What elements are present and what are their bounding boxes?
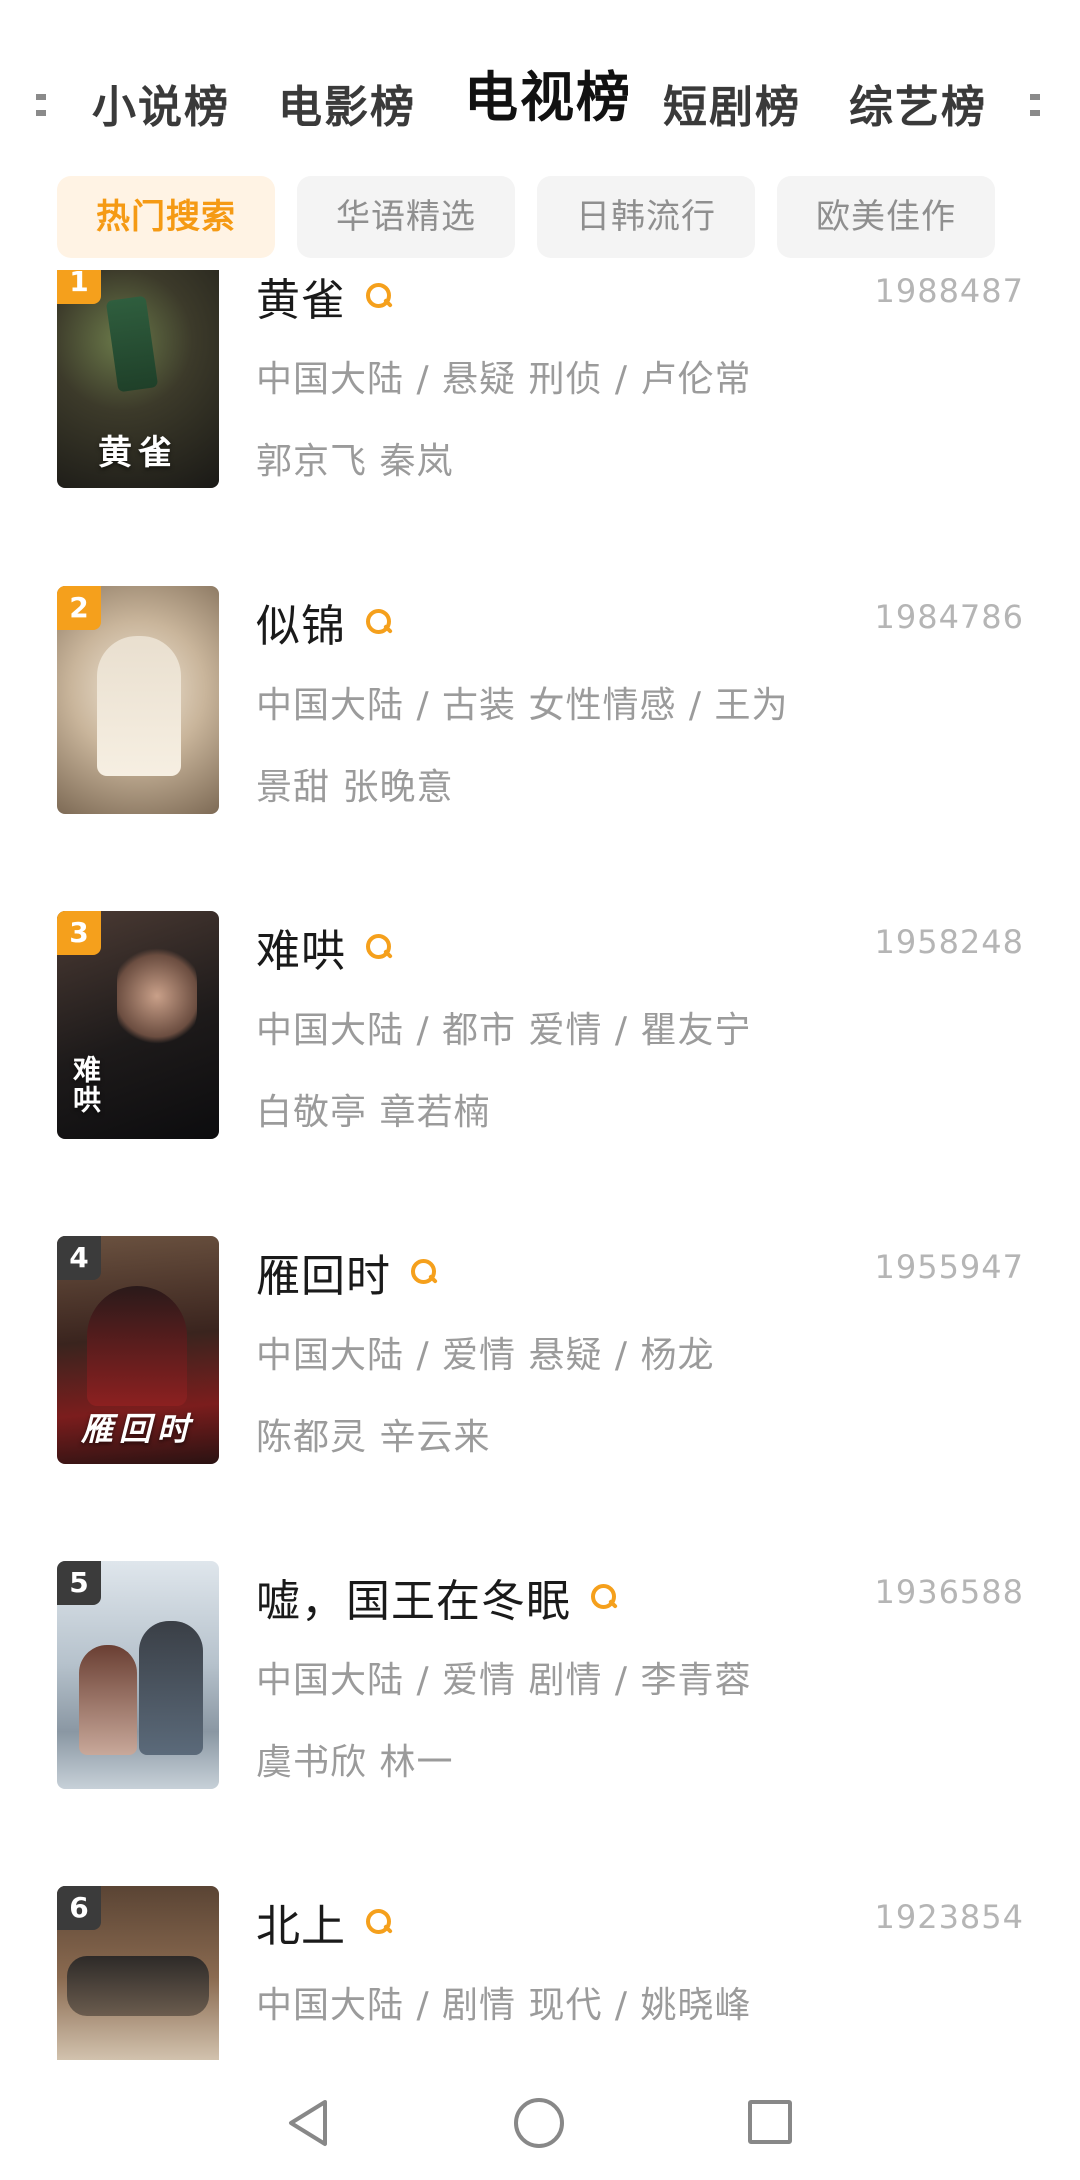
list-item[interactable]: 4 雁回时 雁回时 1955947 中国大陆 / 爱情 悬疑 / 杨龙 陈都灵 …	[0, 1236, 1080, 1466]
chip-chinese[interactable]: 华语精选	[297, 176, 515, 258]
hot-count: 1958248	[874, 923, 1024, 961]
tab-short-drama[interactable]: 短剧榜	[663, 78, 801, 138]
item-title[interactable]: 雁回时	[256, 1240, 391, 1304]
search-icon[interactable]	[364, 1907, 394, 1937]
title-row: 黄雀	[256, 270, 394, 326]
hot-count: 1923854	[874, 1898, 1024, 1936]
tab-fragment-left	[36, 84, 46, 130]
search-icon[interactable]	[364, 607, 394, 637]
item-cast: 白敬亭 章若楠	[256, 1092, 491, 1133]
title-row: 雁回时	[256, 1242, 439, 1302]
poster: 3 难哄	[57, 911, 219, 1139]
item-cast: 陈都灵 辛云来	[256, 1417, 491, 1458]
tab-tv[interactable]: 电视榜	[464, 68, 632, 128]
search-icon[interactable]	[589, 1582, 619, 1612]
rank-badge: 1	[57, 270, 101, 304]
item-cast: 景甜 张晚意	[256, 767, 454, 808]
app-screen: 小说榜 电影榜 电视榜 短剧榜 综艺榜 热门搜索 华语精选 日韩流行 欧美佳作 …	[0, 0, 1080, 2180]
rank-badge: 5	[57, 1561, 101, 1605]
rank-badge: 4	[57, 1236, 101, 1280]
item-title[interactable]: 黄雀	[256, 270, 346, 328]
item-meta: 中国大陆 / 古装 女性情感 / 王为	[256, 685, 789, 726]
subcategory-chips: 热门搜索 华语精选 日韩流行 欧美佳作	[0, 176, 1080, 260]
search-icon[interactable]	[364, 932, 394, 962]
item-meta: 中国大陆 / 都市 爱情 / 瞿友宁	[256, 1010, 752, 1051]
search-icon[interactable]	[364, 281, 394, 311]
poster-title: 难哄	[69, 1055, 102, 1115]
poster: 5	[57, 1561, 219, 1789]
back-triangle-icon[interactable]	[285, 2098, 331, 2148]
rank-badge: 6	[57, 1886, 101, 1930]
category-tabs: 小说榜 电影榜 电视榜 短剧榜 综艺榜	[0, 40, 1080, 170]
tab-movie[interactable]: 电影榜	[278, 78, 416, 138]
poster: 1 黄雀	[57, 270, 219, 488]
poster-title: 黄雀	[98, 433, 178, 473]
item-title[interactable]: 似锦	[256, 590, 346, 654]
list-item[interactable]: 5 嘘，国王在冬眠 1936588 中国大陆 / 爱情 剧情 / 李青蓉 虞书欣…	[0, 1561, 1080, 1791]
title-row: 似锦	[256, 592, 394, 652]
list-item[interactable]: 6 北上 1923854 中国大陆 / 剧情 现代 / 姚晓峰	[0, 1886, 1080, 2060]
title-row: 难哄	[256, 917, 394, 977]
system-nav-bar	[0, 2060, 1080, 2180]
list-item[interactable]: 2 似锦 1984786 中国大陆 / 古装 女性情感 / 王为 景甜 张晚意	[0, 586, 1080, 816]
poster-title: 雁回时	[80, 1410, 195, 1448]
item-meta: 中国大陆 / 爱情 悬疑 / 杨龙	[256, 1335, 715, 1376]
chip-jpkr[interactable]: 日韩流行	[537, 176, 755, 258]
item-title[interactable]: 嘘，国王在冬眠	[256, 1565, 571, 1629]
item-title[interactable]: 难哄	[256, 915, 346, 979]
rank-badge: 3	[57, 911, 101, 955]
poster: 6	[57, 1886, 219, 2060]
list-item[interactable]: 3 难哄 难哄 1958248 中国大陆 / 都市 爱情 / 瞿友宁 白敬亭 章…	[0, 911, 1080, 1141]
recent-apps-square-icon[interactable]	[748, 2100, 792, 2144]
hot-count: 1936588	[874, 1573, 1024, 1611]
title-row: 北上	[256, 1892, 394, 1952]
list-item[interactable]: 1 黄雀 黄雀 1988487 中国大陆 / 悬疑 刑侦 / 卢伦常 郭京飞 秦…	[0, 270, 1080, 490]
tab-novel[interactable]: 小说榜	[92, 78, 230, 138]
chip-hot-search[interactable]: 热门搜索	[57, 176, 275, 258]
hot-count: 1984786	[874, 598, 1024, 636]
ranking-list: 1 黄雀 黄雀 1988487 中国大陆 / 悬疑 刑侦 / 卢伦常 郭京飞 秦…	[0, 270, 1080, 2060]
tab-variety[interactable]: 综艺榜	[849, 78, 987, 138]
chip-western[interactable]: 欧美佳作	[777, 176, 995, 258]
rank-badge: 2	[57, 586, 101, 630]
item-meta: 中国大陆 / 剧情 现代 / 姚晓峰	[256, 1985, 752, 2026]
item-cast: 郭京飞 秦岚	[256, 441, 454, 482]
search-icon[interactable]	[409, 1257, 439, 1287]
item-meta: 中国大陆 / 爱情 剧情 / 李青蓉	[256, 1660, 752, 1701]
item-cast: 虞书欣 林一	[256, 1742, 454, 1783]
hot-count: 1988487	[874, 272, 1024, 310]
item-title[interactable]: 北上	[256, 1890, 346, 1954]
poster: 2	[57, 586, 219, 814]
tab-fragment-right	[1030, 84, 1040, 130]
poster: 4 雁回时	[57, 1236, 219, 1464]
title-row: 嘘，国王在冬眠	[256, 1567, 619, 1627]
item-meta: 中国大陆 / 悬疑 刑侦 / 卢伦常	[256, 359, 752, 400]
hot-count: 1955947	[874, 1248, 1024, 1286]
home-circle-icon[interactable]	[514, 2098, 564, 2148]
